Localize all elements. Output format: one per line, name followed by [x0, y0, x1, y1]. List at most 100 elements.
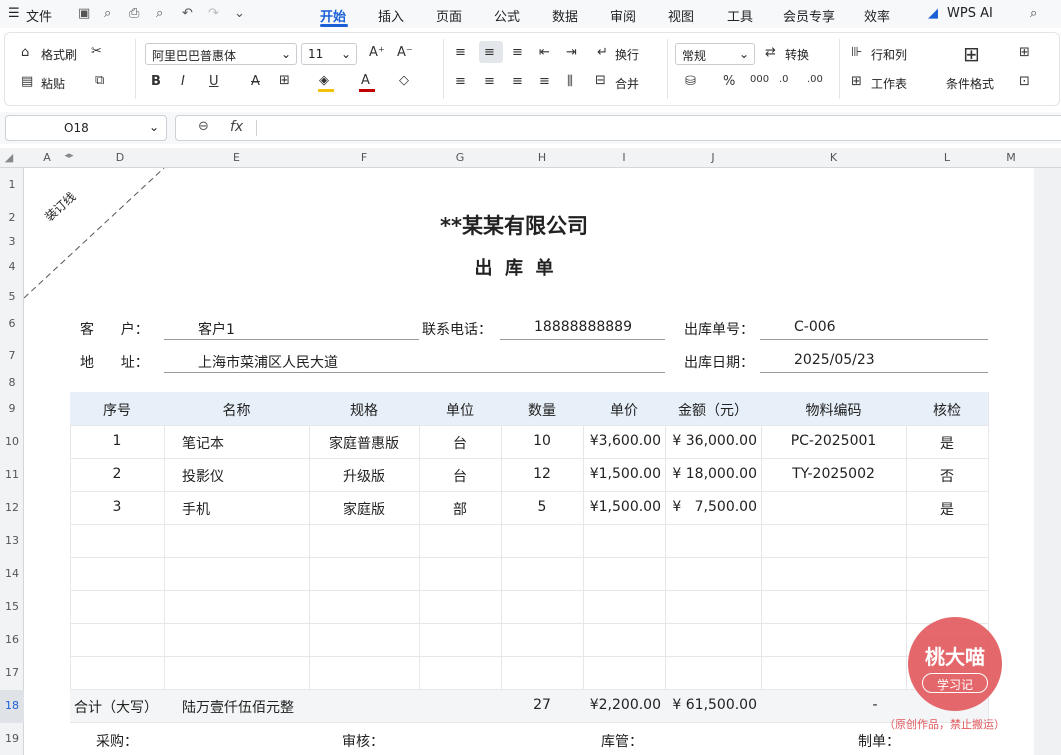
convert-label[interactable]: 转换: [785, 46, 809, 63]
search-icon[interactable]: ⌕: [1030, 6, 1037, 21]
worksheet-icon[interactable]: ⊞: [851, 74, 862, 89]
tab-data[interactable]: 数据: [552, 6, 578, 25]
table-cell[interactable]: 是: [906, 433, 988, 453]
undo-icon[interactable]: ↶: [182, 6, 193, 21]
increase-font-icon[interactable]: A⁺: [369, 45, 385, 60]
select-all-icon[interactable]: ◢: [0, 151, 18, 164]
tab-home[interactable]: 开始: [320, 6, 346, 25]
tab-formula[interactable]: 公式: [494, 6, 520, 25]
table-cell[interactable]: TY-2025002: [761, 466, 906, 482]
border-icon[interactable]: ⊞: [279, 73, 290, 88]
table-cell[interactable]: 家庭版: [309, 499, 419, 519]
cell-fill-icon[interactable]: ⊡: [1019, 74, 1030, 89]
table-cell[interactable]: ¥ 18,000.00: [665, 466, 757, 482]
table-cell[interactable]: 12: [501, 466, 583, 482]
print-preview-icon[interactable]: ⌕: [156, 6, 163, 21]
tab-page[interactable]: 页面: [436, 6, 462, 25]
total-code[interactable]: -: [824, 697, 926, 713]
col-I[interactable]: I: [583, 151, 665, 164]
indent-decrease-icon[interactable]: ⇤: [539, 45, 550, 60]
table-cell[interactable]: ¥ 36,000.00: [665, 433, 757, 449]
decrease-font-icon[interactable]: A⁻: [397, 45, 413, 60]
tab-wps-ai[interactable]: WPS AI: [947, 6, 993, 21]
col-M[interactable]: M: [988, 151, 1034, 164]
indent-increase-icon[interactable]: ⇥: [566, 45, 577, 60]
row-6[interactable]: 6: [0, 317, 24, 330]
table-cell[interactable]: 1: [70, 433, 164, 449]
underline-icon[interactable]: U: [209, 74, 219, 89]
cut-icon[interactable]: ✂: [91, 44, 102, 59]
row-5[interactable]: 5: [0, 290, 24, 303]
tab-member[interactable]: 会员专享: [783, 6, 835, 25]
table-cell[interactable]: 台: [419, 466, 501, 486]
tab-insert[interactable]: 插入: [378, 6, 404, 25]
col-D[interactable]: D: [76, 151, 164, 164]
print-icon[interactable]: ⎙: [129, 6, 139, 21]
fill-color-icon[interactable]: ◈: [319, 73, 329, 88]
row-10[interactable]: 10: [0, 435, 24, 448]
font-name-select[interactable]: 阿里巴巴普惠体 ⌄: [145, 43, 297, 65]
col-J[interactable]: J: [665, 151, 761, 164]
bold-icon[interactable]: B: [151, 74, 161, 89]
hamburger-icon[interactable]: ☰: [8, 6, 20, 21]
table-cell[interactable]: 笔记本: [182, 433, 224, 453]
name-box[interactable]: O18 ⌄: [5, 115, 167, 141]
row-1[interactable]: 1: [0, 178, 24, 191]
row-7[interactable]: 7: [0, 349, 24, 362]
col-H[interactable]: H: [501, 151, 583, 164]
align-middle-icon[interactable]: ≡: [484, 45, 495, 60]
tab-review[interactable]: 审阅: [610, 6, 636, 25]
paste-icon[interactable]: ▤: [21, 74, 33, 89]
row-col-label[interactable]: 行和列: [871, 46, 907, 63]
thousands-icon[interactable]: 000: [750, 74, 769, 85]
fx-icon[interactable]: fx: [230, 119, 243, 135]
row-16[interactable]: 16: [0, 633, 24, 646]
align-right-icon[interactable]: ≡: [512, 74, 523, 89]
number-format-select[interactable]: 常规 ⌄: [675, 43, 755, 65]
font-color-icon[interactable]: A: [361, 73, 370, 88]
redo-icon[interactable]: ↷: [208, 6, 219, 21]
convert-icon[interactable]: ⇄: [765, 45, 776, 60]
worksheet[interactable]: 装订线 **某某有限公司 出 库 单 客 户： 客户1 联系电话： 188888…: [24, 168, 1034, 755]
italic-icon[interactable]: I: [181, 74, 185, 89]
clear-format-icon[interactable]: ◇: [399, 73, 409, 88]
table-cell[interactable]: ¥1,500.00: [583, 466, 661, 482]
row-12[interactable]: 12: [0, 501, 24, 514]
total-qty[interactable]: 27: [501, 697, 583, 713]
align-bottom-icon[interactable]: ≡: [512, 45, 523, 60]
table-cell[interactable]: 是: [906, 499, 988, 519]
strikethrough-icon[interactable]: A: [251, 74, 260, 89]
table-cell[interactable]: 台: [419, 433, 501, 453]
total-price[interactable]: ¥2,200.00: [583, 697, 661, 713]
col-K[interactable]: K: [761, 151, 906, 164]
col-G[interactable]: G: [419, 151, 501, 164]
col-expand-icon[interactable]: ◂▸: [62, 151, 76, 161]
col-E[interactable]: E: [164, 151, 309, 164]
total-words[interactable]: 陆万壹仟伍佰元整: [182, 697, 294, 717]
table-cell[interactable]: PC-2025001: [761, 433, 906, 449]
cond-format-label[interactable]: 条件格式: [946, 75, 994, 92]
quick-access-chevron-icon[interactable]: ⌄: [234, 6, 245, 21]
table-cell[interactable]: 2: [70, 466, 164, 482]
table-cell[interactable]: 5: [501, 499, 583, 515]
wrap-label[interactable]: 换行: [615, 46, 639, 63]
col-A[interactable]: A: [38, 151, 56, 164]
table-cell[interactable]: 否: [906, 466, 988, 486]
decrease-decimal-icon[interactable]: .00: [807, 74, 823, 85]
row-4[interactable]: 4: [0, 260, 24, 273]
row-8[interactable]: 8: [0, 376, 24, 389]
row-17[interactable]: 17: [0, 666, 24, 679]
table-cell[interactable]: 手机: [182, 499, 210, 519]
row-9[interactable]: 9: [0, 402, 24, 415]
cond-format-icon[interactable]: ⊞: [963, 42, 980, 66]
align-top-icon[interactable]: ≡: [455, 45, 466, 60]
merge-icon[interactable]: ⊟: [595, 73, 606, 88]
col-L[interactable]: L: [906, 151, 988, 164]
menu-file[interactable]: 文件: [26, 6, 52, 25]
percent-icon[interactable]: %: [723, 74, 735, 89]
table-cell[interactable]: ¥3,600.00: [583, 433, 661, 449]
align-left-icon[interactable]: ≡: [455, 74, 466, 89]
row-11[interactable]: 11: [0, 468, 24, 481]
tab-efficiency[interactable]: 效率: [864, 6, 890, 25]
currency-icon[interactable]: ⛁: [685, 74, 696, 89]
